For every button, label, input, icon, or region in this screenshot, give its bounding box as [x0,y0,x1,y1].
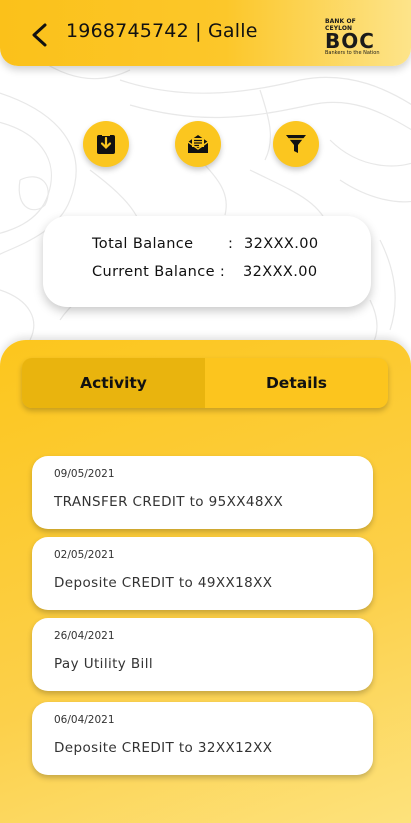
transaction-date: 09/05/2021 [54,468,115,480]
transaction-item[interactable]: 26/04/2021 Pay Utility Bill [32,618,373,691]
download-icon [97,132,115,154]
transaction-date: 06/04/2021 [54,714,115,726]
filter-button[interactable] [273,121,319,167]
balance-card: Total Balance: 32XXX.00 Current Balance :… [43,216,371,307]
current-balance-value: 32XXX.00 [243,264,318,280]
total-balance-row: Total Balance: 32XXX.00 [92,236,319,252]
tab-bar: Activity Details [22,358,388,408]
tab-activity[interactable]: Activity [22,358,205,408]
email-statement-button[interactable] [175,121,221,167]
total-balance-value: 32XXX.00 [244,236,319,252]
back-arrow-icon[interactable] [26,20,52,50]
transaction-date: 02/05/2021 [54,549,115,561]
total-balance-label: Total Balance: [92,236,234,252]
account-title: 1968745742 | Galle [66,20,258,42]
transaction-description: Deposite CREDIT to 49XX18XX [54,575,273,591]
current-balance-label: Current Balance : [92,264,226,280]
transactions-panel: Activity Details 09/05/2021 TRANSFER CRE… [0,340,411,823]
transaction-item[interactable]: 09/05/2021 TRANSFER CREDIT to 95XX48XX [32,456,373,529]
mail-icon [187,135,209,153]
current-balance-row: Current Balance : 32XXX.00 [92,264,318,280]
transaction-date: 26/04/2021 [54,630,115,642]
logo-mark: BOC [325,29,375,53]
tab-details[interactable]: Details [205,358,388,408]
boc-logo: BANK OF CEYLON BOC Bankers to the Nation [325,18,381,56]
transaction-item[interactable]: 02/05/2021 Deposite CREDIT to 49XX18XX [32,537,373,610]
transaction-description: Pay Utility Bill [54,656,154,672]
filter-icon [286,135,306,153]
transaction-item[interactable]: 06/04/2021 Deposite CREDIT to 32XX12XX [32,702,373,775]
transaction-description: Deposite CREDIT to 32XX12XX [54,740,273,756]
app-header: 1968745742 | Galle BANK OF CEYLON BOC Ba… [0,0,411,66]
logo-tagline: Bankers to the Nation [325,50,380,56]
transaction-description: TRANSFER CREDIT to 95XX48XX [54,494,284,510]
download-statement-button[interactable] [83,121,129,167]
